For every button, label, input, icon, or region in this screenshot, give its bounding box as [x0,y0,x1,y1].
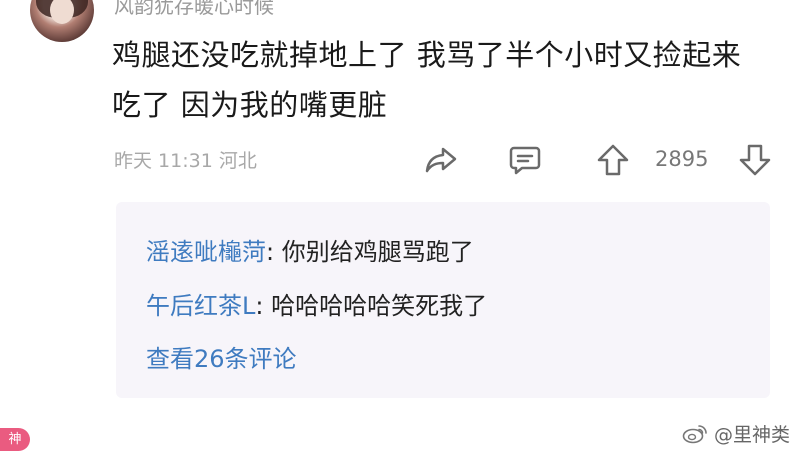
reply-text: 哈哈哈哈哈笑死我了 [271,292,488,320]
reply-separator: : [266,238,282,266]
reply-author[interactable]: 滛逺呲櫷菏 [146,238,266,266]
comment-screenshot: 风韵犹存暖心时候 鸡腿还没吃就掉地上了 我骂了半个小时又捡起来吃了 因为我的嘴更… [0,0,800,451]
watermark-text: @里神类 [713,424,790,446]
upvote-arrow-icon [597,144,629,176]
reply-author[interactable]: 午后红茶L [146,292,255,320]
downvote-arrow-icon [739,144,771,176]
replies-panel: 滛逺呲櫷菏: 你别给鸡腿骂跑了 午后红茶L: 哈哈哈哈哈笑死我了 查看26条评论 [116,202,770,398]
badge: 神 [0,428,30,451]
comment-meta: 昨天 11:31 河北 [114,150,257,172]
comment-text: 鸡腿还没吃就掉地上了 我骂了半个小时又捡起来吃了 因为我的嘴更脏 [112,38,742,122]
avatar-face [50,0,74,24]
comment-icon [509,146,541,175]
avatar[interactable] [30,0,94,42]
reply-separator: : [255,292,272,320]
downvote-button[interactable] [738,140,772,180]
weibo-logo-icon [682,424,707,443]
reply-button[interactable] [508,140,542,180]
upvote-button[interactable] [596,140,630,180]
view-more-replies-link[interactable]: 查看26条评论 [146,339,297,374]
share-button[interactable] [424,140,458,180]
reply-text: 你别给鸡腿骂跑了 [281,238,474,266]
reply-item[interactable]: 滛逺呲櫷菏: 你别给鸡腿骂跑了 [146,232,474,267]
share-icon [425,147,457,173]
comment-username[interactable]: 风韵犹存暖心时候 [114,0,274,19]
reply-item[interactable]: 午后红茶L: 哈哈哈哈哈笑死我了 [146,286,487,321]
watermark: @里神类 [682,420,790,447]
like-count: 2895 [655,147,709,171]
